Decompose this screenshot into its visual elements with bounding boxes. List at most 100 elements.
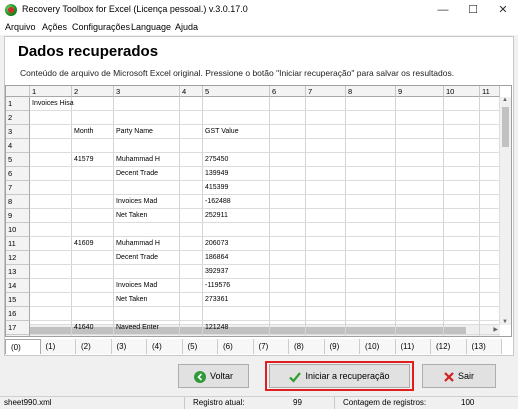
status-bar: sheet990.xml Registro atual: 99 Contagem… (0, 396, 518, 409)
sheet-tab[interactable]: (12) (431, 339, 467, 354)
grid-cell[interactable]: 41609 (74, 237, 113, 251)
status-count-label: Contagem de registros: (343, 398, 427, 407)
sheet-tab[interactable]: (8) (289, 339, 325, 354)
row-header: 10 (6, 223, 30, 237)
menu-acoes[interactable]: Ações (42, 22, 67, 32)
app-icon (5, 4, 17, 16)
start-recovery-button[interactable]: Iniciar a recuperação (269, 364, 410, 388)
column-header: 10 (444, 86, 480, 97)
grid-cell[interactable]: 121248 (205, 321, 269, 335)
row-header: 14 (6, 279, 30, 293)
row-header: 11 (6, 237, 30, 251)
back-button[interactable]: Voltar (178, 364, 249, 388)
sheet-tab[interactable]: (3) (111, 339, 147, 354)
row-header: 5 (6, 153, 30, 167)
grid-cell[interactable]: Net Taken (116, 209, 179, 223)
sheet-tab[interactable]: (1) (40, 339, 76, 354)
grid-line (71, 97, 72, 336)
column-header: 6 (270, 86, 306, 97)
grid-cell[interactable]: 206073 (205, 237, 269, 251)
spreadsheet-grid[interactable]: ▲ ▼ ◀ ▶ 12345678910111234567891011121314… (5, 85, 512, 337)
grid-cell[interactable]: 252911 (205, 209, 269, 223)
menu-bar: Arquivo Ações Configurações Language Aju… (0, 20, 518, 35)
minimize-button[interactable]: — (428, 0, 458, 20)
sheet-tab[interactable]: (13) (466, 339, 502, 354)
grid-cell[interactable]: -162488 (205, 195, 269, 209)
sheet-tabs: (0) (1) (2) (3) (4) (5) (6) (7) (8) (9) (10) (11) (1… (5, 339, 512, 354)
status-current-label: Registro atual: (193, 398, 245, 407)
grid-line (202, 97, 203, 336)
column-header: 9 (396, 86, 444, 97)
status-file: sheet990.xml (4, 398, 52, 407)
sheet-tab[interactable]: (5) (182, 339, 218, 354)
column-header: 5 (203, 86, 270, 97)
sheet-tab[interactable]: (9) (324, 339, 360, 354)
menu-language[interactable]: Language (131, 22, 171, 32)
sheet-tab[interactable]: (6) (218, 339, 254, 354)
grid-cell[interactable]: Invoices Mad (116, 195, 179, 209)
sheet-tab[interactable]: (7) (253, 339, 289, 354)
column-header: 3 (114, 86, 180, 97)
sheet-tab[interactable]: (11) (395, 339, 431, 354)
grid-cell[interactable]: Net Taken (116, 293, 179, 307)
grid-cell[interactable]: Invoices Mad (116, 279, 179, 293)
maximize-button[interactable]: ☐ (458, 0, 488, 20)
window-title: Recovery Toolbox for Excel (Licença pess… (22, 4, 248, 14)
start-recovery-label: Iniciar a recuperação (305, 371, 390, 381)
grid-cell[interactable]: 38973 (205, 335, 269, 336)
grid-cell[interactable]: GST Value (205, 125, 269, 139)
grid-cell[interactable]: Muhammad H (116, 153, 179, 167)
grid-cell[interactable]: 41579 (74, 153, 113, 167)
back-arrow-icon (193, 370, 206, 383)
vertical-scrollbar[interactable]: ▲ ▼ (499, 97, 511, 325)
status-current-value: 99 (293, 398, 302, 407)
scroll-down-icon[interactable]: ▼ (502, 319, 508, 325)
close-button[interactable]: ✕ (488, 0, 518, 20)
page-title: Dados recuperados (18, 43, 159, 60)
status-count-value: 100 (461, 398, 475, 407)
grid-line (269, 97, 270, 336)
sheet-tab[interactable]: (4) (147, 339, 183, 354)
grid-cell[interactable]: -119576 (205, 279, 269, 293)
row-header: 15 (6, 293, 30, 307)
grid-cell[interactable]: 415399 (205, 181, 269, 195)
row-header: 13 (6, 265, 30, 279)
sheet-tab[interactable]: (2) (76, 339, 112, 354)
grid-cell[interactable]: 392937 (205, 265, 269, 279)
sheet-tab[interactable]: (0) (5, 339, 41, 354)
checkmark-icon (289, 371, 302, 383)
grid-cell[interactable]: 41640 (74, 321, 113, 335)
column-header: 2 (72, 86, 114, 97)
grid-cell[interactable]: Naveed Enter (116, 321, 179, 335)
row-header: 2 (6, 111, 30, 125)
grid-line (113, 97, 114, 336)
grid-cell[interactable]: 186864 (205, 251, 269, 265)
menu-arquivo[interactable]: Arquivo (5, 22, 36, 32)
menu-ajuda[interactable]: Ajuda (175, 22, 198, 32)
grid-cell[interactable]: Muhammad H (116, 237, 179, 251)
grid-cell[interactable]: Decent Trade (116, 251, 179, 265)
grid-cell[interactable]: Month (74, 125, 113, 139)
vertical-scroll-thumb[interactable] (502, 107, 509, 147)
exit-button[interactable]: Sair (422, 364, 496, 388)
grid-cell[interactable]: Decent Trade (116, 335, 179, 336)
grid-line (443, 97, 444, 336)
grid-line (479, 97, 480, 336)
row-header: 18 (6, 335, 30, 336)
grid-cell[interactable]: 273361 (205, 293, 269, 307)
scroll-up-icon[interactable]: ▲ (502, 97, 508, 103)
row-header: 9 (6, 209, 30, 223)
row-header: 12 (6, 251, 30, 265)
grid-cell[interactable]: Party Name (116, 125, 179, 139)
sheet-tab[interactable]: (10) (360, 339, 396, 354)
row-header: 6 (6, 167, 30, 181)
menu-configuracoes[interactable]: Configurações (72, 22, 130, 32)
grid-cell[interactable]: Decent Trade (116, 167, 179, 181)
page-subtitle: Conteúdo de arquivo de Microsoft Excel o… (20, 68, 455, 78)
grid-cell[interactable]: 139949 (205, 167, 269, 181)
column-header: 11 (480, 86, 500, 97)
scroll-right-icon[interactable]: ▶ (493, 326, 498, 333)
grid-cell[interactable]: Invoices Hisa (32, 97, 114, 111)
column-header: 7 (306, 86, 346, 97)
grid-cell[interactable]: 275450 (205, 153, 269, 167)
